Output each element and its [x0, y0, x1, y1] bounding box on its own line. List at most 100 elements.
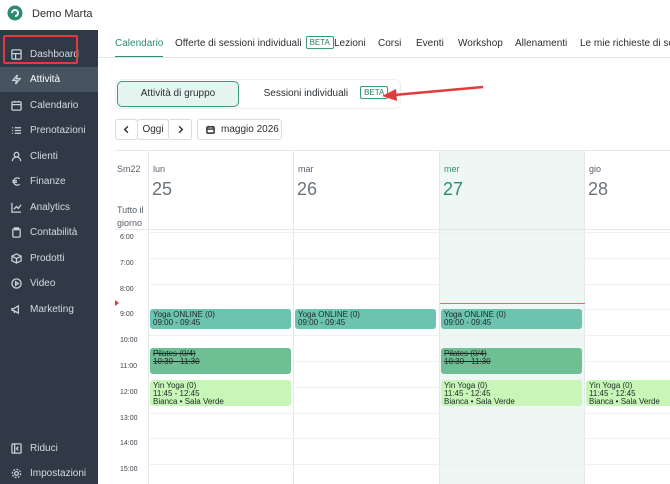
individual-sessions-label: Sessioni individuali [263, 88, 349, 99]
sidebar-item-label: Attività [30, 74, 61, 85]
chevron-right-icon [178, 125, 183, 134]
hour-line [148, 283, 670, 285]
app-name: Demo Marta [32, 8, 93, 20]
today-button[interactable]: Oggi [137, 119, 169, 140]
chevron-left-icon [123, 125, 129, 134]
sidebar-item-label: Prenotazioni [30, 125, 86, 136]
sidebar-item-video[interactable]: Video [0, 271, 98, 296]
day-name: lun [153, 164, 166, 174]
tab-workshop[interactable]: Workshop [458, 30, 503, 57]
hour-label: 7:00 [120, 259, 134, 267]
sidebar-item-label: Analytics [30, 202, 71, 213]
hour-label: 6:00 [120, 234, 134, 241]
month-picker-button[interactable]: maggio 2026 [197, 119, 282, 140]
beta-badge: BETA [305, 36, 334, 49]
next-week-button[interactable] [168, 119, 192, 140]
sidebar-item-label: Riduci [30, 443, 58, 454]
hour-label: 12:00 [120, 388, 138, 396]
current-time-marker [115, 300, 119, 306]
collapse-icon [10, 443, 22, 455]
tab-offerte-sessioni-individuali[interactable]: Offerte di sessioni individuali BETA [175, 30, 334, 57]
event-location: Bianca • Sala Verde [444, 397, 515, 407]
hour-label: 14:00 [120, 440, 138, 448]
event-time: 10:30 - 11:30 [444, 357, 491, 367]
event-time: 09:00 - 09:45 [153, 318, 201, 328]
group-activities-button[interactable]: Attività di gruppo [117, 81, 239, 107]
event-location: Bianca • Sala Verde [589, 397, 660, 407]
calendar-icon [10, 100, 22, 112]
sidebar-item-finanze[interactable]: Finanze [0, 169, 98, 194]
sidebar-item-label: Prodotti [30, 253, 65, 264]
sidebar-item-attivita[interactable]: Attività [0, 67, 98, 92]
list-icon [10, 125, 22, 137]
calendar-event[interactable]: Yoga ONLINE (0) 09:00 - 09:45 [150, 309, 291, 329]
euro-icon [10, 176, 22, 188]
individual-sessions-button[interactable]: Sessioni individuali BETA [256, 81, 396, 107]
day-name: mer [444, 164, 460, 174]
previous-week-button[interactable] [115, 119, 138, 140]
day-name: gio [589, 164, 602, 174]
tab-eventi[interactable]: Eventi [416, 30, 444, 57]
sidebar-item-prodotti[interactable]: Prodotti [0, 246, 98, 271]
calendar-event[interactable]: Pilates (0/4) 10:30 - 11:30 [441, 348, 582, 374]
annotation-arrow-icon [382, 85, 484, 101]
hour-line [148, 412, 670, 414]
hour-label: 15:00 [120, 466, 138, 474]
sidebar-item-analytics[interactable]: Analytics [0, 195, 98, 220]
sidebar-item-label: Marketing [30, 304, 74, 315]
sidebar-item-label: Calendario [30, 100, 79, 111]
day-column-gio[interactable]: gio 28 [584, 151, 670, 484]
event-time: 09:00 - 09:45 [444, 318, 492, 328]
calendar-event[interactable]: Pilates (0/4) 10:30 - 11:30 [150, 348, 291, 374]
all-day-label: Tutto il giorno [117, 205, 144, 228]
event-location: Bianca • Sala Verde [153, 397, 224, 407]
calendar-event[interactable]: Yoga ONLINE (0) 09:00 - 09:45 [295, 309, 436, 329]
hour-label: 8:00 [120, 285, 134, 293]
hour-line [148, 464, 670, 466]
calendar-event[interactable]: Yoga ONLINE (0) 09:00 - 09:45 [441, 309, 582, 329]
clipboard-icon [10, 227, 22, 239]
play-icon [10, 278, 22, 290]
sidebar-item-label: Clienti [30, 151, 58, 162]
sidebar-item-contabilita[interactable]: Contabilità [0, 220, 98, 245]
sidebar-item-impostazioni[interactable]: Impostazioni [0, 461, 98, 484]
view-segmented-control: Attività di gruppo Sessioni individuali B… [116, 80, 400, 108]
hour-label: 9:00 [120, 311, 134, 319]
megaphone-icon [10, 304, 22, 316]
hour-label: 11:00 [120, 363, 137, 370]
event-time: 09:00 - 09:45 [298, 318, 346, 328]
calendar-event[interactable]: Yin Yoga (0) 11:45 - 12:45 Bianca • Sala V… [586, 380, 670, 407]
month-label: maggio 2026 [221, 124, 279, 135]
tab-richieste-sostituzione[interactable]: Le mie richieste di sostituzione [580, 30, 670, 57]
tab-calendario[interactable]: Calendario [115, 30, 164, 57]
user-icon [10, 151, 22, 163]
day-number: 26 [297, 179, 318, 199]
sidebar-item-prenotazioni[interactable]: Prenotazioni [0, 118, 98, 143]
dashboard-icon [10, 49, 22, 61]
app-logo-icon [7, 5, 23, 21]
week-number: Sm22 [117, 164, 141, 174]
calendar-event[interactable]: Yin Yoga (0) 11:45 - 12:45 Bianca • Sala V… [441, 380, 582, 407]
hour-line [148, 232, 670, 233]
tab-corsi[interactable]: Corsi [378, 30, 401, 57]
box-icon [10, 253, 22, 265]
day-name: mar [298, 164, 314, 174]
sidebar-item-marketing[interactable]: Marketing [0, 297, 98, 322]
tab-allenamenti[interactable]: Allenamenti [515, 30, 567, 57]
day-number: 25 [152, 179, 173, 199]
hour-line [148, 257, 670, 259]
sidebar-item-label: Impostazioni [30, 468, 87, 479]
hour-label: 13:00 [120, 414, 138, 422]
sidebar-item-calendario[interactable]: Calendario [0, 93, 98, 118]
calendar-icon [206, 125, 215, 134]
day-number: 28 [588, 179, 609, 199]
current-time-line [440, 303, 585, 304]
tab-bar: Calendario Offerte di sessioni individua… [98, 30, 670, 58]
all-day-divider [115, 229, 670, 230]
sidebar-item-riduci[interactable]: Riduci [0, 436, 98, 461]
calendar-event[interactable]: Yin Yoga (0) 11:45 - 12:45 Bianca • Sala V… [150, 380, 291, 407]
tab-lezioni[interactable]: Lezioni [334, 30, 366, 57]
sidebar-item-label: Finanze [30, 176, 66, 187]
sidebar-item-dashboard[interactable]: Dashboard [0, 42, 98, 67]
sidebar-item-clienti[interactable]: Clienti [0, 144, 98, 169]
